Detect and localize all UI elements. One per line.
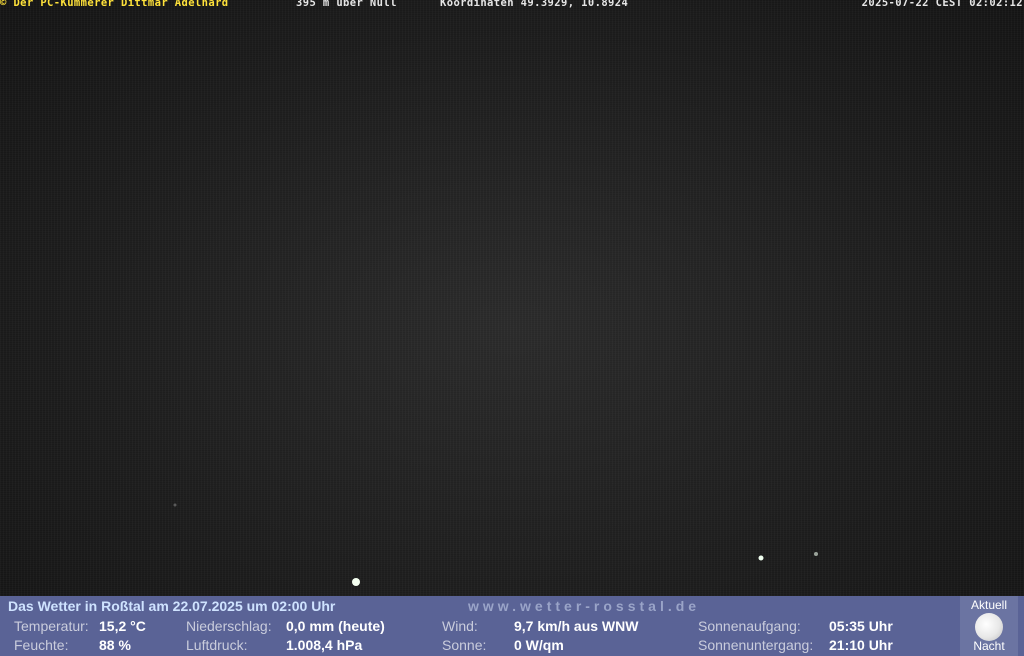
precipitation-label: Niederschlag:: [186, 618, 272, 634]
humidity-value: 88 %: [99, 637, 131, 653]
sun-value: 0 W/qm: [514, 637, 564, 653]
sunset-label: Sonnenuntergang:: [698, 637, 814, 653]
street-light: [173, 503, 177, 507]
pressure-value: 1.008,4 hPa: [286, 637, 363, 653]
night-scene: [173, 503, 818, 586]
copyright-text: © Der PC-Kümmerer Dittmar Adelhard: [0, 0, 229, 9]
sunset-value: 21:10 Uhr: [829, 637, 893, 653]
weather-bar: Das Wetter in Roßtal am 22.07.2025 um 02…: [0, 596, 1024, 656]
sunrise-value: 05:35 Uhr: [829, 618, 893, 634]
timestamp-text: 2025-07-22 CEST 02:02:12: [861, 0, 1023, 9]
wind-value: 9,7 km/h aus WNW: [514, 618, 639, 634]
street-light: [758, 555, 764, 561]
webcam-info-overlay: © Der PC-Kümmerer Dittmar Adelhard 395 m…: [0, 0, 1024, 12]
street-light: [352, 578, 360, 586]
coordinates-text: Koordinaten 49.3929, 10.8924: [440, 0, 629, 9]
moon-phase-box: Aktuell Nacht: [960, 596, 1018, 656]
site-url: www.wetter-rosstal.de: [468, 598, 701, 614]
humidity-label: Feuchte:: [14, 637, 69, 653]
street-light: [814, 552, 818, 556]
sun-label: Sonne:: [442, 637, 487, 653]
full-moon-icon: [975, 613, 1003, 641]
moon-phase-bottom-label: Nacht: [973, 639, 1005, 653]
weather-headline: Das Wetter in Roßtal am 22.07.2025 um 02…: [8, 598, 336, 614]
webcam-night-image: [0, 0, 1024, 596]
precipitation-value: 0,0 mm (heute): [286, 618, 385, 634]
pressure-label: Luftdruck:: [186, 637, 248, 653]
altitude-text: 395 m über Null: [296, 0, 397, 9]
sunrise-label: Sonnenaufgang:: [698, 618, 801, 634]
temperature-label: Temperatur:: [14, 618, 89, 634]
wind-label: Wind:: [442, 618, 478, 634]
moon-phase-top-label: Aktuell: [970, 598, 1008, 612]
temperature-value: 15,2 °C: [99, 618, 146, 634]
